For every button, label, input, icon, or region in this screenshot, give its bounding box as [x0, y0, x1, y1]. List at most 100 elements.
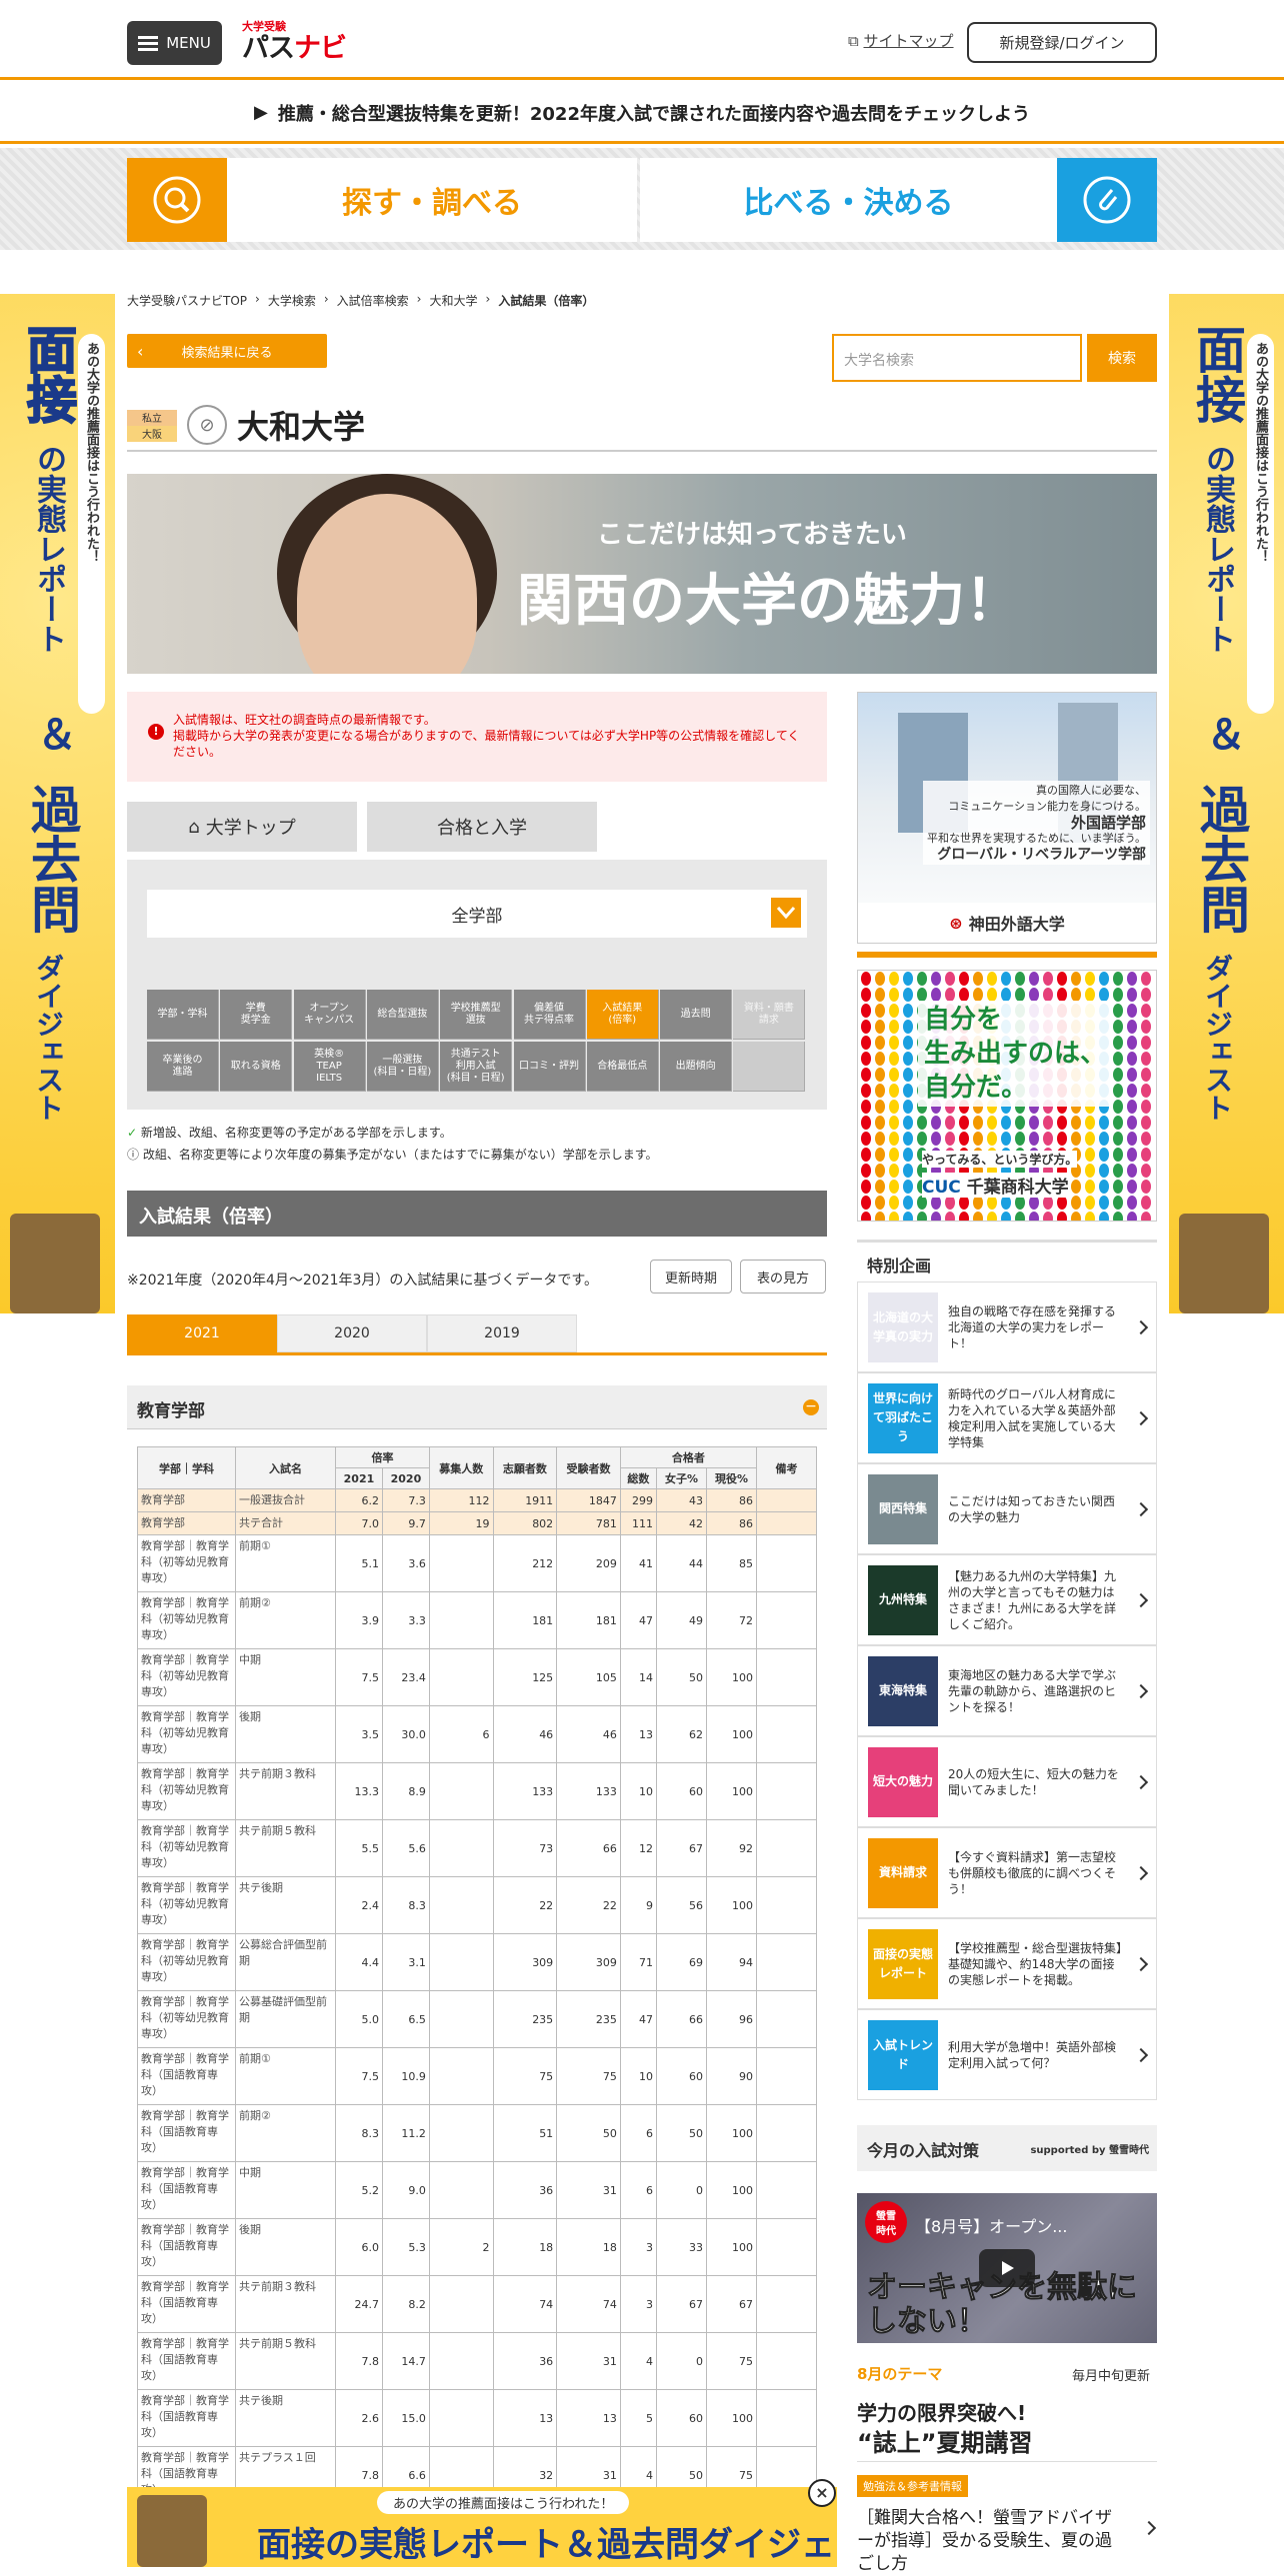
cell-dept: 教育学部｜教育学科（国語教育専攻） [137, 2218, 236, 2276]
left-side-banner[interactable]: あの大学の推薦面接はこう行われた！ 面接 の実態レポート ＆ 過去問 ダイジェス… [0, 294, 115, 1313]
grid-nav-item[interactable]: 学費 奨学金 [220, 990, 293, 1040]
cell-dept: 教育学部｜教育学科（国語教育専攻） [137, 2047, 236, 2105]
cell-cur: 100 [705, 2218, 758, 2276]
col-2021: 2021 [335, 1467, 383, 1489]
close-icon[interactable]: × [808, 2479, 836, 2507]
grid-nav-item[interactable]: 取れる資格 [220, 1042, 293, 1092]
right-banner-amp: ＆ [1199, 714, 1245, 754]
grid-nav-item[interactable]: 出題傾向 [660, 1042, 733, 1092]
grid-nav-item[interactable]: 過去問 [660, 990, 733, 1040]
how-to-read-button[interactable]: 表の見方 [740, 1260, 826, 1293]
cell-tot: 10 [619, 1762, 658, 1820]
results-note: ※2021年度（2020年4月～2021年3月）の入試結果に基づくデータです。 [127, 1273, 599, 1288]
cell-exm: 75 [556, 2047, 621, 2105]
alert-line2: 掲載時から大学の発表が変更になる場合がありますので、最新情報については必ず大学H… [173, 729, 800, 759]
grid-nav-item[interactable]: 入試結果 (倍率) [586, 990, 659, 1040]
grid-nav-item[interactable]: 総合型選抜 [366, 990, 439, 1040]
cell-tot: 47 [619, 1591, 658, 1649]
login-button[interactable]: 新規登録/ログイン [967, 22, 1157, 63]
special-item[interactable]: 入試トレンド 利用大学が急増中！英語外部検定利用入試って何？ [857, 2009, 1157, 2100]
cell-r21: 7.5 [335, 1648, 383, 1706]
site-logo[interactable]: 大学受験 パスナビ [242, 20, 357, 66]
cell-app: 18 [492, 2218, 558, 2276]
sitemap-link[interactable]: ⧉ サイトマップ [848, 30, 954, 51]
special-item[interactable]: 関西特集 ここだけは知っておきたい関西の大学の魅力 [857, 1463, 1157, 1554]
cell-tot: 10 [619, 2047, 658, 2105]
cell-r21: 8.3 [335, 2104, 383, 2162]
grid-nav-item[interactable]: 学校推薦型 選抜 [440, 990, 513, 1040]
tab-search[interactable]: 探す・調べる [227, 158, 637, 242]
cell-r20: 3.1 [381, 1933, 430, 1991]
play-icon[interactable] [979, 2249, 1035, 2287]
special-item[interactable]: 世界に向けて羽ばたこう 新時代のグローバル人材育成に力を入れている大学＆英語外部検… [857, 1372, 1157, 1463]
breadcrumb-item[interactable]: 入試倍率検索 [337, 292, 409, 309]
grid-nav-item[interactable]: 一般選抜 (科目・日程) [366, 1042, 439, 1092]
faculty-select[interactable]: 全学部 [147, 890, 807, 938]
kansai-feature-banner[interactable]: ここだけは知っておきたい 関西の大学の魅力！ [127, 474, 1157, 674]
cell-quota [428, 1876, 494, 1934]
cell-cur: 85 [705, 1534, 758, 1592]
grid-nav-item[interactable]: 卒業後の 進路 [147, 1042, 219, 1092]
article-tag: 勉強法＆参考書情報 [857, 2475, 968, 2497]
clip-add-icon[interactable]: ⊘ [187, 405, 227, 445]
breadcrumb-item[interactable]: 大学検索 [268, 292, 316, 309]
menu-button[interactable]: MENU [127, 21, 222, 65]
grid-nav-item[interactable]: 偏差値 共テ得点率 [513, 990, 586, 1040]
kanda-ad[interactable]: 真の国際人に必要な、 コミュニケーション能力を身につける。 外国語学部 平和な世… [857, 692, 1157, 944]
special-item[interactable]: 北海道の大学真の実力 独自の戦略で存在感を発揮する北海道の大学の実力をレポート！ [857, 1282, 1157, 1372]
grid-nav-item[interactable]: 資料・願書 請求 [733, 990, 806, 1040]
back-to-results-button[interactable]: ‹ 検索結果に戻る [127, 334, 327, 368]
notice-bar[interactable]: ▶ 推薦・総合型選抜特集を更新！2022年度入試で課された面接内容や過去問をチェ… [0, 84, 1284, 144]
admission-button[interactable]: 合格と入学 [367, 802, 597, 852]
year-tab-2021[interactable]: 2021 [127, 1314, 277, 1352]
grid-nav-item[interactable]: 英検® TEAP IELTS [293, 1042, 366, 1092]
cell-cur: 100 [705, 2161, 758, 2219]
university-search-button[interactable]: 検索 [1087, 334, 1157, 382]
grid-nav-item[interactable]: 口コミ・評判 [513, 1042, 586, 1092]
grid-nav-item[interactable]: 共通テスト 利用入試 (科目・日程) [440, 1042, 513, 1092]
chiba-ad[interactable]: 自分を 生み出すのは、 自分だ。 やってみる、という学び方。 CUC 千葉商科大… [857, 970, 1157, 1222]
article-title[interactable]: ［難関大合格へ！螢雪アドバイザーが指導］受かる受験生、夏の過ごし方 [857, 2507, 1127, 2576]
bottom-floating-banner[interactable]: あの大学の推薦面接はこう行われた！ 面接の実態レポート＆過去問ダイジェスト [127, 2487, 837, 2567]
update-timing-button[interactable]: 更新時期 [650, 1260, 732, 1293]
search-icon[interactable] [127, 158, 227, 242]
cell-r20: 11.2 [381, 2104, 430, 2162]
kanda-logo-icon: ⊛ [949, 913, 963, 933]
year-tab-2019[interactable]: 2019 [427, 1314, 577, 1352]
right-side-banner[interactable]: あの大学の推薦面接はこう行われた！ 面接 の実態レポート ＆ 過去問 ダイジェス… [1169, 294, 1284, 1313]
special-item[interactable]: 短大の魅力 20人の短大生に、短大の魅力を聞いてみました！ [857, 1736, 1157, 1827]
col-total: 総数 [619, 1467, 658, 1489]
year-tab-2020[interactable]: 2020 [277, 1314, 427, 1352]
year-tab-underline [127, 1352, 827, 1355]
cell-tot: 41 [619, 1534, 658, 1592]
university-search-input[interactable]: 大学名検索 [832, 334, 1082, 382]
cell-remarks [756, 1488, 817, 1512]
grid-nav-item[interactable]: 合格最低点 [586, 1042, 659, 1092]
cell-wom: 42 [656, 1511, 707, 1535]
special-item[interactable]: 東海特集 東海地区の魅力ある大学で学ぶ先輩の軌跡から、進路選択のヒントを探る！ [857, 1645, 1157, 1736]
cell-dept: 教育学部｜教育学科（初等幼児教育専攻） [137, 1933, 236, 1991]
cell-exm: 66 [556, 1819, 621, 1877]
university-top-button[interactable]: ⌂ 大学トップ [127, 802, 357, 852]
col-women: 女子% [656, 1467, 707, 1489]
grid-nav-item[interactable]: 学部・学科 [147, 990, 219, 1040]
chevron-down-icon[interactable] [771, 898, 801, 928]
special-item[interactable]: 九州特集 【魅力ある九州の大学特集】九州の大学と言ってもその魅力はさまざま！九州に… [857, 1554, 1157, 1645]
cell-cur: 100 [705, 1648, 758, 1706]
cell-dept: 教育学部 [137, 1511, 236, 1535]
cell-quota: 19 [428, 1511, 494, 1535]
video-player[interactable]: 螢雪 時代 【8月号】オープン... オーキャンを無駄にしない！ [857, 2193, 1157, 2343]
department-header[interactable]: 教育学部 [127, 1385, 827, 1429]
breadcrumb-item[interactable]: 大学受験パスナビTOP [127, 292, 247, 309]
special-item[interactable]: 面接の実態レポート 【学校推薦型・総合型選抜特集】基礎知識や、約148大学の面接の… [857, 1918, 1157, 2009]
keisetsu-logo: 螢雪 時代 [865, 2201, 907, 2243]
cell-remarks [756, 1933, 817, 1991]
cell-exm: 31 [556, 2161, 621, 2219]
collapse-icon[interactable]: − [803, 1399, 819, 1415]
special-item[interactable]: 資料請求 【今すぐ資料請求】第一志望校も併願校も徹底的に調べつくそう！ [857, 1827, 1157, 1918]
grid-nav-item[interactable]: オープン キャンパス [293, 990, 366, 1040]
breadcrumb-item[interactable]: 大和大学 [429, 292, 477, 309]
clip-icon[interactable] [1057, 158, 1157, 242]
right-banner-title: 面接 [1188, 324, 1246, 424]
tab-compare[interactable]: 比べる・決める [640, 158, 1057, 242]
